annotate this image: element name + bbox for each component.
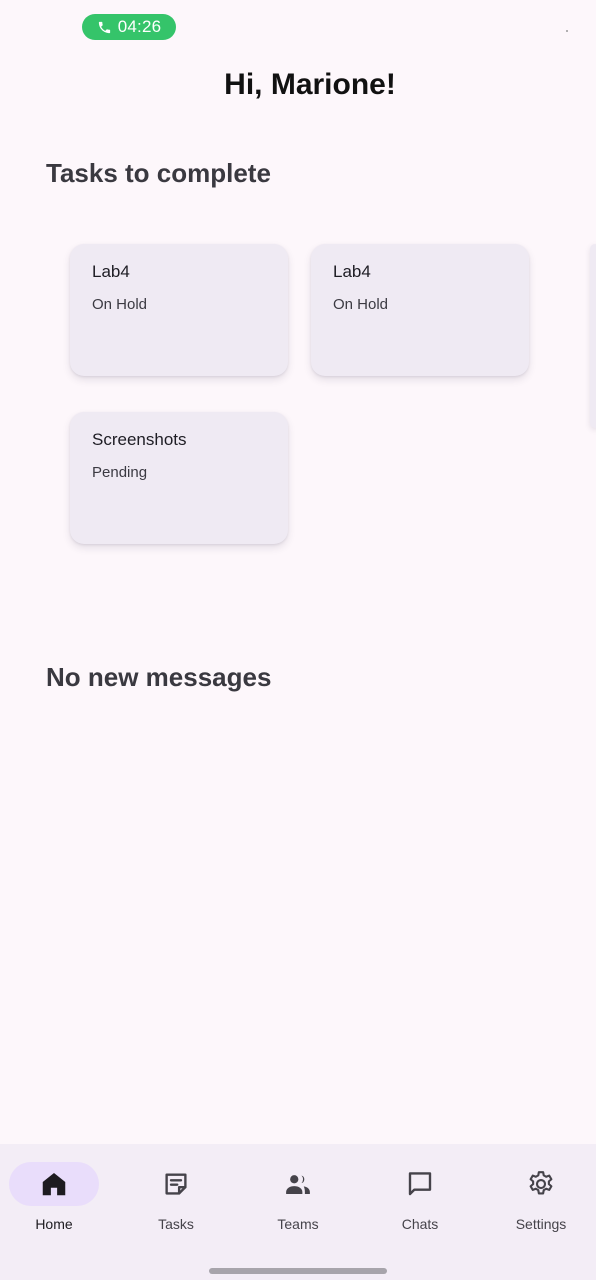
nav-item-teams[interactable]: Teams (242, 1162, 354, 1232)
home-icon (39, 1169, 69, 1199)
nav-label: Settings (515, 1216, 567, 1232)
nav-label: Home (35, 1216, 73, 1232)
home-screen: 04:26 Hi, Marione! Tasks to complete Lab… (0, 0, 596, 1280)
ongoing-call-chip[interactable]: 04:26 (82, 14, 176, 40)
side-panel-edge[interactable] (590, 244, 596, 428)
messages-section-title: No new messages (46, 662, 272, 692)
bottom-navigation-bar: Home Tasks Teams Chats Settings (0, 1144, 596, 1280)
task-card[interactable]: Lab4 On Hold (311, 244, 529, 376)
nav-item-home[interactable]: Home (0, 1162, 110, 1232)
nav-item-tasks[interactable]: Tasks (120, 1162, 232, 1232)
active-indicator (9, 1162, 99, 1206)
nav-item-settings[interactable]: Settings (485, 1162, 596, 1232)
nav-label: Tasks (158, 1216, 194, 1232)
nav-label: Chats (401, 1216, 439, 1232)
task-name: Lab4 (92, 262, 130, 281)
tasks-section-title: Tasks to complete (46, 158, 271, 188)
nav-icon-container (253, 1162, 343, 1206)
phone-icon (97, 20, 112, 35)
nav-icon-container (496, 1162, 586, 1206)
note-icon (161, 1169, 191, 1199)
greeting-title: Hi, Marione! (224, 68, 396, 101)
people-icon (283, 1169, 313, 1199)
nav-icon-container (131, 1162, 221, 1206)
chat-bubble-icon (405, 1169, 435, 1199)
gear-icon (526, 1169, 556, 1199)
task-card[interactable]: Screenshots Pending (70, 412, 288, 544)
task-name: Lab4 (333, 262, 371, 281)
gesture-home-indicator[interactable] (209, 1268, 387, 1274)
task-name: Screenshots (92, 430, 187, 449)
task-status: Pending (92, 464, 148, 481)
task-status: On Hold (92, 296, 148, 313)
status-indicator-dot (566, 30, 568, 32)
task-status: On Hold (333, 296, 389, 313)
nav-item-chats[interactable]: Chats (364, 1162, 476, 1232)
nav-icon-container (375, 1162, 465, 1206)
call-timer: 04:26 (117, 17, 162, 36)
nav-label: Teams (277, 1216, 319, 1232)
task-card[interactable]: Lab4 On Hold (70, 244, 288, 376)
